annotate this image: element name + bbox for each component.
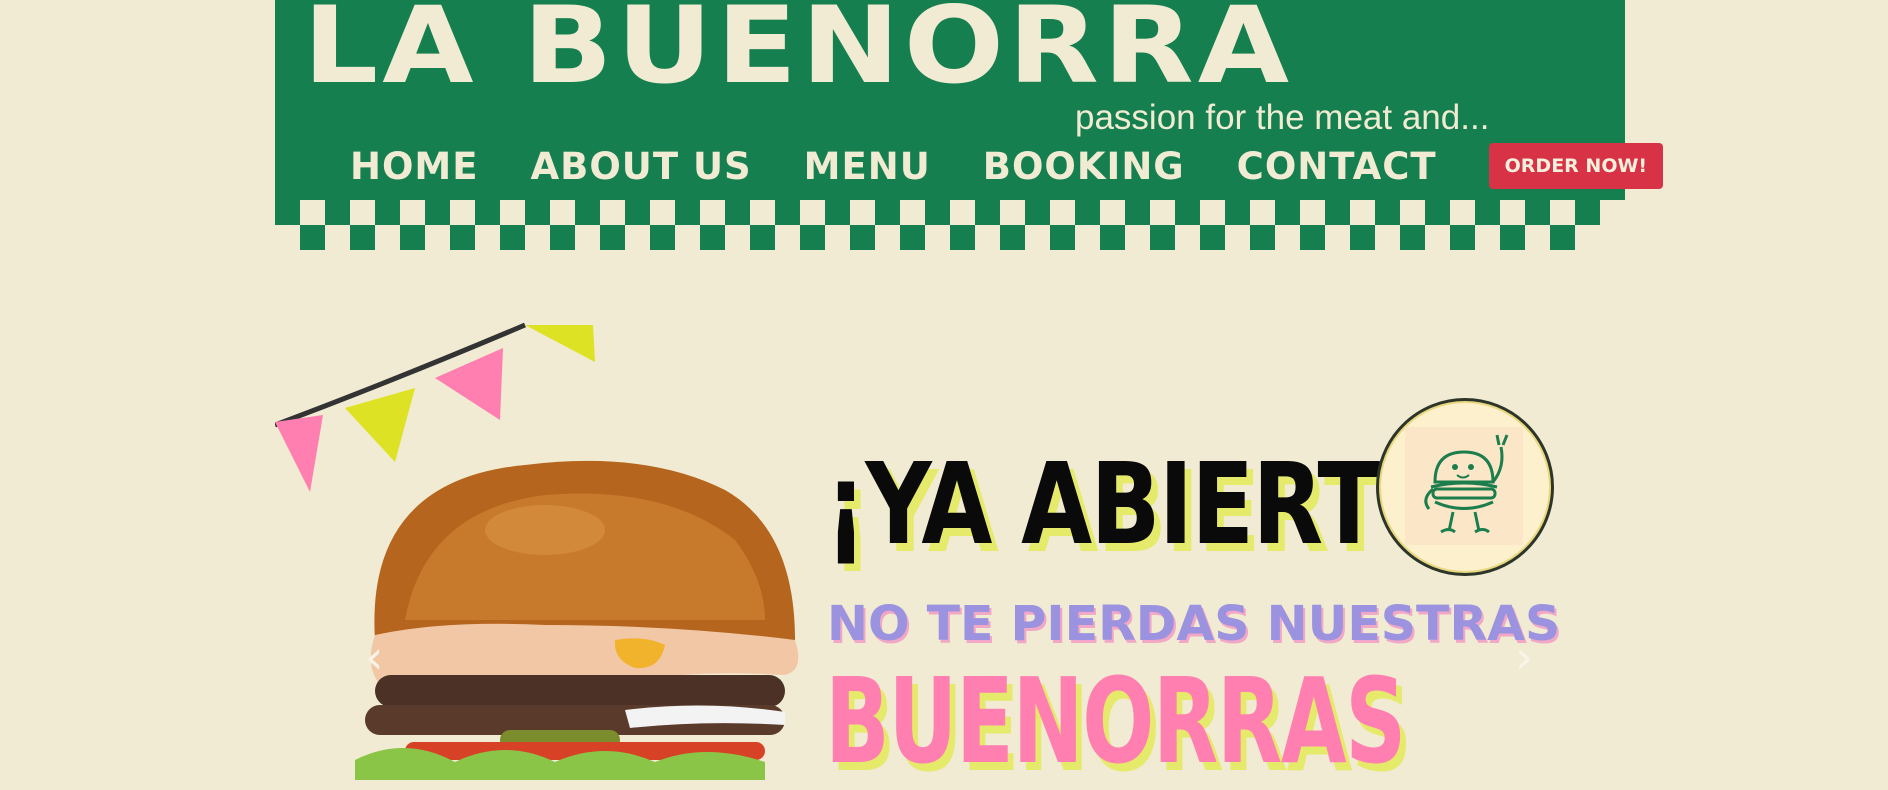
checker-row-bottom [275, 225, 1600, 250]
main-nav: HOME ABOUT US MENU BOOKING CONTACT ORDER… [350, 143, 1664, 189]
order-now-button[interactable]: ORDER NOW! [1488, 143, 1664, 189]
checker-border [275, 200, 1625, 250]
chevron-left-icon[interactable]: ‹ [365, 630, 383, 684]
burger-mascot-badge [1376, 398, 1554, 576]
nav-menu[interactable]: MENU [804, 145, 931, 188]
nav-contact[interactable]: CONTACT [1237, 145, 1437, 188]
burger-mascot-icon [1405, 427, 1523, 545]
nav-home[interactable]: HOME [350, 145, 479, 188]
hero-subline: NO TE PIERDAS NUESTRAS [827, 596, 1561, 652]
site-header: LA BUENORRA passion for the meat and... … [275, 0, 1664, 250]
hero-highlight: BUENORRAS [825, 652, 1406, 790]
nav-booking[interactable]: BOOKING [983, 145, 1185, 188]
hero-slide: ¡YA ABIERTO! NO TE PIERDAS NUESTRAS BUEN… [275, 300, 1625, 790]
brand-tagline: passion for the meat and... [1075, 98, 1490, 137]
burger-image [355, 460, 799, 780]
nav-about-us[interactable]: ABOUT US [531, 145, 752, 188]
brand-logo[interactable]: LA BUENORRA [303, 0, 1293, 98]
chevron-right-icon[interactable]: › [1515, 630, 1533, 684]
checker-row-top [275, 200, 1625, 225]
